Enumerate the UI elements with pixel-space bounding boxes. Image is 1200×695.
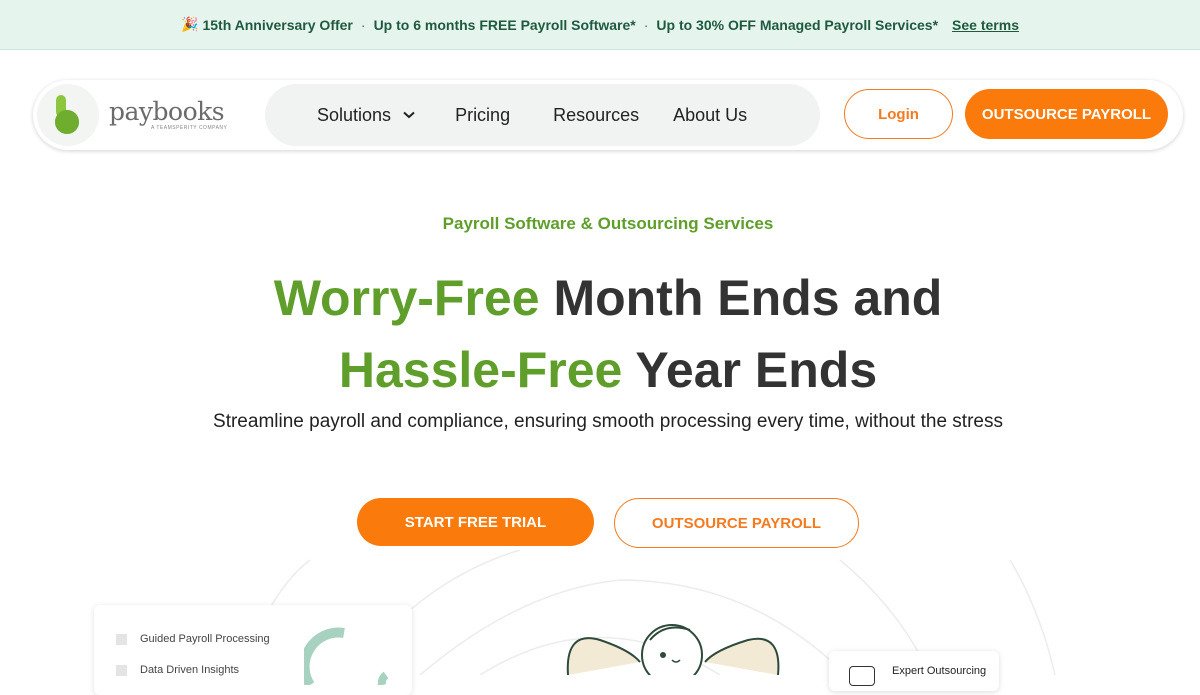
separator-dot: · — [643, 16, 649, 33]
managed-services-offer-text: Up to 30% OFF Managed Payroll Services* — [656, 16, 939, 33]
briefcase-icon — [849, 666, 875, 686]
chevron-down-icon — [403, 111, 415, 119]
headline-highlight-hassle-free: Hassle-Free — [338, 342, 623, 398]
anniversary-offer-text: 15th Anniversary Offer — [202, 16, 353, 33]
checkbox-icon — [116, 633, 127, 645]
list-item: Guided Payroll Processing — [116, 633, 270, 645]
separator-dot: · — [360, 16, 366, 33]
nav-item-resources[interactable]: Resources — [553, 105, 639, 126]
headline-highlight-worry-free: Worry-Free — [273, 270, 540, 326]
feature-data-insights: Data Driven Insights — [140, 664, 240, 676]
login-button[interactable]: Login — [844, 89, 953, 139]
expert-outsourcing-label: Expert Outsourcing — [892, 665, 987, 677]
checkbox-icon — [116, 664, 127, 676]
payroll-software-offer-text: Up to 6 months FREE Payroll Software* — [373, 16, 636, 33]
announcement-bar: 🎉 15th Anniversary Offer · Up to 6 month… — [0, 0, 1200, 50]
hero-eyebrow: Payroll Software & Outsourcing Services — [442, 214, 774, 233]
gauge-chart-icon — [304, 627, 389, 685]
outsource-payroll-header-button[interactable]: OUTSOURCE PAYROLL — [965, 89, 1168, 139]
nav-item-solutions[interactable]: Solutions — [317, 105, 415, 126]
nav-solutions-label: Solutions — [317, 104, 392, 125]
logo-tagline: A TEAMSPERITY COMPANY — [151, 125, 228, 131]
feature-guided-payroll: Guided Payroll Processing — [140, 633, 270, 645]
logo-mark-icon — [37, 84, 99, 146]
outsource-payroll-hero-button[interactable]: OUTSOURCE PAYROLL — [614, 498, 859, 548]
hero-headline: Worry-Free Month Ends and Hassle-Free Ye… — [0, 262, 1200, 406]
feature-card: Guided Payroll Processing Data Driven In… — [94, 605, 412, 695]
site-header: paybooks A TEAMSPERITY COMPANY Solutions… — [33, 80, 1183, 150]
main-nav: Solutions Pricing Resources About Us — [265, 84, 820, 146]
start-free-trial-button[interactable]: START FREE TRIAL — [357, 498, 594, 546]
relaxed-person-illustration — [566, 624, 780, 675]
hero-subheadline: Streamline payroll and compliance, ensur… — [213, 411, 1003, 432]
headline-text-year-ends: Year Ends — [622, 342, 878, 398]
see-terms-link[interactable]: See terms — [952, 17, 1019, 33]
list-item: Data Driven Insights — [116, 664, 239, 676]
headline-text-month-ends: Month Ends and — [539, 270, 943, 326]
nav-item-about-us[interactable]: About Us — [673, 105, 747, 126]
party-popper-icon: 🎉 — [181, 16, 199, 32]
logo-wordmark: paybooks — [109, 97, 225, 126]
expert-outsourcing-card: Expert Outsourcing — [829, 651, 999, 691]
nav-item-pricing[interactable]: Pricing — [455, 105, 510, 126]
paybooks-logo[interactable]: paybooks A TEAMSPERITY COMPANY — [33, 84, 265, 146]
